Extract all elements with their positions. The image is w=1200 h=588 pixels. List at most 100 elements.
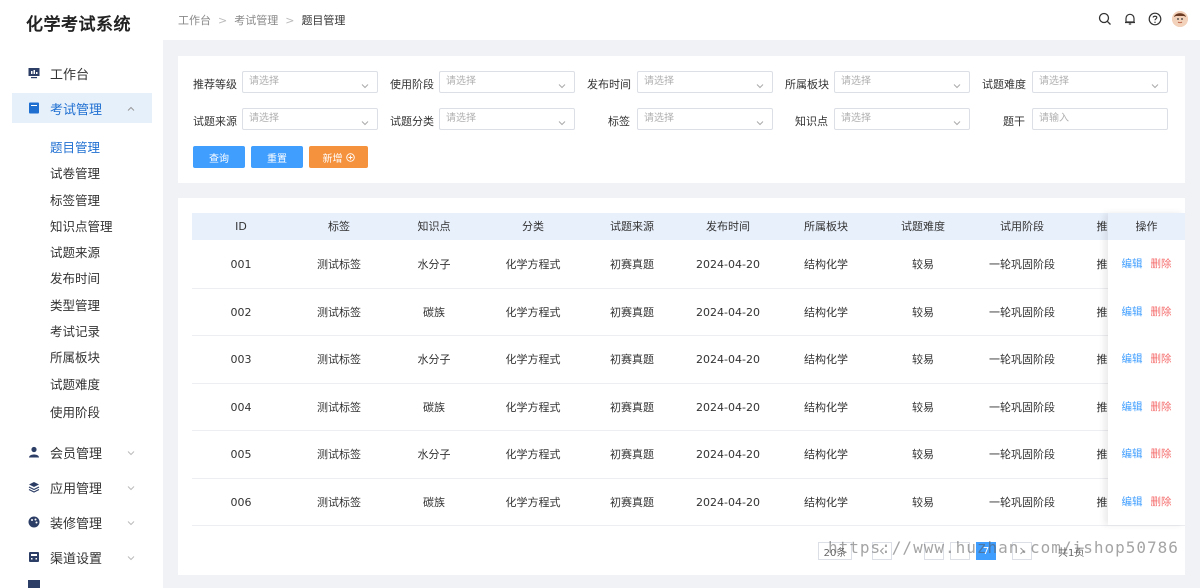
section-select[interactable]: 请选择 <box>834 71 970 93</box>
breadcrumb-item[interactable]: 工作台 <box>178 12 211 28</box>
select-placeholder: 请选择 <box>644 76 674 87</box>
filter-label-tag: 标签 <box>608 115 630 128</box>
stem-input[interactable]: 请输入 <box>1032 108 1168 130</box>
menu-icon-partial <box>28 580 40 588</box>
cell-knowledge: 碳族 <box>423 400 445 414</box>
cell-category: 化学方程式 <box>505 400 561 414</box>
cell-category: 化学方程式 <box>505 258 561 271</box>
sidebar-subitem-type-management[interactable]: 类型管理 <box>50 295 100 314</box>
edit-link[interactable]: 编辑 <box>1122 258 1143 270</box>
cell-tag: 测试标签 <box>317 258 361 271</box>
question-table: ID 标签 知识点 分类 试题来源 发布时间 所属板块 试题难度 试用阶段 推 … <box>178 198 1185 575</box>
delete-link[interactable]: 删除 <box>1151 401 1172 413</box>
sidebar-item-app-management[interactable]: 应用管理 <box>12 472 152 502</box>
sidebar-item-workbench[interactable]: 工作台 <box>12 58 152 88</box>
avatar[interactable] <box>1172 11 1188 27</box>
edit-link[interactable]: 编辑 <box>1122 496 1143 508</box>
cell-difficulty: 较易 <box>912 400 934 414</box>
input-placeholder: 请输入 <box>1039 113 1069 124</box>
column-header-source: 试题来源 <box>610 220 654 233</box>
cell-difficulty: 较易 <box>912 495 934 509</box>
cell-id: 002 <box>230 305 252 319</box>
cell-source: 初赛真题 <box>610 448 654 461</box>
cell-stage: 一轮巩固阶段 <box>989 353 1055 366</box>
book-icon <box>28 102 40 114</box>
knowledge-point-select[interactable]: 请选择 <box>834 108 970 130</box>
plus-circle-icon <box>345 152 355 162</box>
recommend-level-select[interactable]: 请选择 <box>242 71 378 93</box>
select-placeholder: 请选择 <box>644 113 674 124</box>
monitor-icon <box>28 67 40 79</box>
cell-publish-time: 2024-04-20 <box>696 305 760 319</box>
sidebar-subitem-publish-time[interactable]: 发布时间 <box>50 268 100 287</box>
table-row: 004 测试标签 碳族 化学方程式 初赛真题 2024-04-20 结构化学 较… <box>192 384 1185 431</box>
edit-link[interactable]: 编辑 <box>1122 353 1143 365</box>
cell-stage: 一轮巩固阶段 <box>989 495 1055 509</box>
sidebar-item-member-management[interactable]: 会员管理 <box>12 437 152 467</box>
sidebar-item-decoration-management[interactable]: 装修管理 <box>12 507 152 537</box>
chevron-down-icon <box>558 78 566 89</box>
publish-time-select[interactable]: 请选择 <box>637 71 773 93</box>
sidebar-subitem-difficulty[interactable]: 试题难度 <box>50 374 100 393</box>
sidebar-subitem-question-management[interactable]: 题目管理 <box>50 137 100 156</box>
cell-section: 结构化学 <box>804 400 848 414</box>
delete-link[interactable]: 删除 <box>1151 353 1172 365</box>
reset-button[interactable]: 重置 <box>251 146 303 168</box>
add-button[interactable]: 新增 <box>309 146 368 168</box>
app-title: 化学考试系统 <box>26 15 131 35</box>
delete-link[interactable]: 删除 <box>1151 306 1172 318</box>
delete-link[interactable]: 删除 <box>1151 448 1172 460</box>
cell-id: 004 <box>230 400 252 414</box>
cell-publish-time: 2024-04-20 <box>696 495 760 509</box>
chevron-down-icon <box>756 115 764 126</box>
cell-knowledge: 碳族 <box>423 495 445 509</box>
breadcrumb-separator-icon: > <box>218 13 228 27</box>
edit-link[interactable]: 编辑 <box>1122 401 1143 413</box>
sidebar-subitem-tag-management[interactable]: 标签管理 <box>50 190 100 209</box>
row-actions: 编辑 删除 <box>1108 289 1185 336</box>
row-actions: 编辑 删除 <box>1108 384 1185 431</box>
sidebar-subitem-knowledge-management[interactable]: 知识点管理 <box>50 216 113 235</box>
sidebar-item-label: 工作台 <box>50 67 90 83</box>
sidebar-item-exam-management[interactable]: 考试管理 <box>12 93 152 123</box>
table-row: 006 测试标签 碳族 化学方程式 初赛真题 2024-04-20 结构化学 较… <box>192 479 1185 526</box>
bell-icon[interactable] <box>1122 11 1138 27</box>
sidebar-subitem-question-source[interactable]: 试题来源 <box>50 242 100 261</box>
delete-link[interactable]: 删除 <box>1151 258 1172 270</box>
use-stage-select[interactable]: 请选择 <box>439 71 575 93</box>
question-category-select[interactable]: 请选择 <box>439 108 575 130</box>
cell-category: 化学方程式 <box>505 353 561 366</box>
breadcrumb: 工作台 > 考试管理 > 题目管理 <box>178 12 345 28</box>
sidebar-subitem-section[interactable]: 所属板块 <box>50 347 100 366</box>
cell-tag: 测试标签 <box>317 495 361 509</box>
question-source-select[interactable]: 请选择 <box>242 108 378 130</box>
edit-link[interactable]: 编辑 <box>1122 306 1143 318</box>
cell-id: 006 <box>230 495 252 509</box>
sidebar-item-label: 应用管理 <box>50 481 103 497</box>
difficulty-select[interactable]: 请选择 <box>1032 71 1168 93</box>
cell-tag: 测试标签 <box>317 448 361 461</box>
tag-select[interactable]: 请选择 <box>637 108 773 130</box>
cell-source: 初赛真题 <box>610 353 654 366</box>
sidebar-subitem-paper-management[interactable]: 试卷管理 <box>50 163 100 182</box>
search-icon[interactable] <box>1097 11 1113 27</box>
cell-publish-time: 2024-04-20 <box>696 353 760 366</box>
table-row: 001 测试标签 水分子 化学方程式 初赛真题 2024-04-20 结构化学 … <box>192 241 1185 289</box>
filter-label-use-stage: 使用阶段 <box>390 78 434 91</box>
query-button[interactable]: 查询 <box>193 146 245 168</box>
sidebar-item-channel-settings[interactable]: 渠道设置 <box>12 542 152 572</box>
delete-link[interactable]: 删除 <box>1151 496 1172 508</box>
filter-label-knowledge-point: 知识点 <box>795 115 828 128</box>
cell-id: 003 <box>230 353 252 366</box>
help-icon[interactable] <box>1147 11 1163 27</box>
cell-category: 化学方程式 <box>505 305 561 319</box>
sidebar-item-label: 考试管理 <box>50 102 103 118</box>
chevron-up-icon <box>126 103 136 113</box>
chevron-down-icon <box>361 115 369 126</box>
edit-link[interactable]: 编辑 <box>1122 448 1143 460</box>
sidebar-subitem-exam-records[interactable]: 考试记录 <box>50 321 100 340</box>
row-actions: 编辑 删除 <box>1108 336 1185 383</box>
sidebar-subitem-stage[interactable]: 使用阶段 <box>50 402 100 421</box>
row-actions: 编辑 删除 <box>1108 241 1185 288</box>
breadcrumb-item[interactable]: 考试管理 <box>234 12 278 28</box>
